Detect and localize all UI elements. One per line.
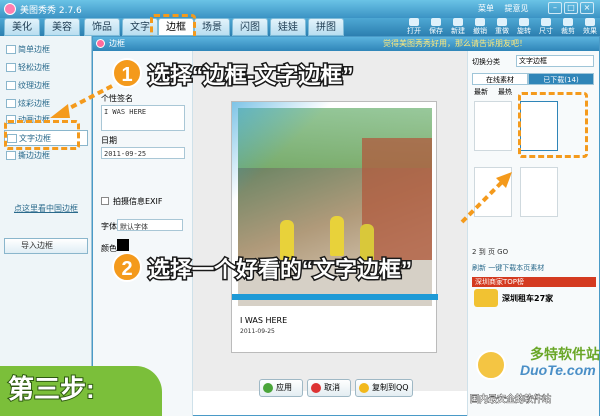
sidebar-item-simple[interactable]: 简单边框 [4,42,88,58]
import-frame-button[interactable]: 导入边框 [4,238,88,254]
watermark-slogan: 国内最安全的软件站 [469,395,552,406]
watermark-domain: DuoTe.com [520,362,596,378]
tool-redo[interactable]: 重做 [490,18,514,36]
rotate-icon [519,18,529,26]
watermark-site: 多特软件站 [530,346,600,362]
tool-effects[interactable]: 效果 [578,18,600,36]
dialog-icon [96,39,105,48]
frame-icon [6,99,16,108]
dialog-title: 边框 [109,39,125,48]
cancel-button[interactable]: 取消 [307,379,351,397]
undo-icon [475,18,485,26]
color-label: 颜色 [101,244,117,253]
maximize-icon[interactable]: □ [564,2,578,14]
pager: 2 到 页 GO [472,248,509,256]
step-1-callout: 选择“边框-文字边框” [146,62,354,90]
cancel-icon [311,383,321,393]
apply-button[interactable]: 应用 [259,379,303,397]
open-icon [409,18,419,26]
tool-new[interactable]: 新建 [446,18,470,36]
exif-checkbox[interactable] [101,197,109,205]
frame-icon [6,63,16,72]
dialog-promo: 觉得美图秀秀好用，那么请告诉朋友吧！ [383,39,527,48]
date-input[interactable]: 2011-09-25 [101,147,185,159]
highlight-thumbnail [518,92,588,158]
tab-beauty[interactable]: 美容 [44,18,80,36]
size-icon [541,18,551,26]
tool-save[interactable]: 保存 [424,18,448,36]
app-logo-icon [4,3,16,15]
copy-to-qq-button[interactable]: 复制到QQ [355,379,413,397]
category-label: 切换分类 [472,58,500,66]
menu-link[interactable]: 菜单 [478,4,494,13]
tool-crop[interactable]: 裁剪 [556,18,580,36]
panel-links: 刷新 一键下载本页素材 [472,263,544,273]
frame-caption: I WAS HERE [240,316,288,325]
watermark: 多特软件站 DuoTe.com 国内最安全的软件站 [469,344,600,416]
feedback-link[interactable]: 提意见 [505,4,529,13]
arrow-to-thumbnail [460,172,512,224]
arrow-to-sidebar [50,84,113,118]
step-badge: 第三步: [0,366,162,416]
save-icon [431,18,441,26]
frame-thumbnail[interactable] [474,101,512,151]
ad-banner[interactable]: 深圳商家TOP榜 [472,277,596,287]
qq-icon [359,383,369,393]
frame-icon [6,45,16,54]
crop-icon [563,18,573,26]
font-select[interactable]: 默认字体 [117,219,183,231]
tab-flash[interactable]: 闪图 [232,18,268,36]
tool-size[interactable]: 尺寸 [534,18,558,36]
redo-icon [497,18,507,26]
tab-scene[interactable]: 场景 [194,18,230,36]
dialog-title-bar: 边框 觉得美图秀秀好用，那么请告诉朋友吧！ [93,37,599,51]
step-2-number: 2 [112,252,142,282]
frame-icon [6,81,16,90]
tab-beautify[interactable]: 美化 [4,18,40,36]
subtab-hot[interactable]: 最热 [498,87,512,97]
tab-accessories[interactable]: 饰品 [84,18,120,36]
tab-collage[interactable]: 拼图 [308,18,344,36]
check-icon [263,383,273,393]
tab-downloaded[interactable]: 已下载(14) [528,73,594,85]
sidebar-item-easy[interactable]: 轻松边框 [4,60,88,76]
tool-undo[interactable]: 撤销 [468,18,492,36]
download-all-link[interactable]: 一键下载本页素材 [488,264,544,272]
close-icon[interactable]: × [580,2,594,14]
tab-doll[interactable]: 娃娃 [270,18,306,36]
tool-open[interactable]: 打开 [402,18,426,36]
canvas-area: I WAS HERE 2011-09-25 [193,51,467,391]
exif-label: 拍摄信息EXIF [113,197,163,206]
color-swatch[interactable] [117,239,129,251]
minimize-icon[interactable]: – [548,2,562,14]
tool-rotate[interactable]: 旋转 [512,18,536,36]
tab-online[interactable]: 在线素材 [472,73,528,85]
highlight-text-frame [4,120,80,150]
chinese-frame-link[interactable]: 点这里看中国边框 [14,203,78,214]
ad-logo [474,289,498,307]
top-links: 菜单 提意见 [478,3,537,14]
frame-icon [6,151,16,160]
toolbar: 打开 保存 新建 撤销 重做 旋转 尺寸 裁剪 效果 [400,18,600,36]
mascot-icon [476,350,506,380]
step-2-callout: 选择一个好看的“文字边框” [146,256,413,284]
ad-text[interactable]: 深圳租车27家 [502,293,553,304]
framed-photo: I WAS HERE 2011-09-25 [231,101,438,354]
refresh-link[interactable]: 刷新 [472,264,486,272]
sidebar-item-torn[interactable]: 撕边边框 [4,148,88,164]
app-title: 美图秀秀 2.7.6 [20,6,82,16]
font-label: 字体 [101,222,117,231]
new-icon [453,18,463,26]
category-select[interactable]: 文字边框 [516,55,594,67]
frame-date: 2011-09-25 [240,328,275,335]
effects-icon [585,18,595,26]
title-bar: 美图秀秀 2.7.6 菜单 提意见 – □ × [0,0,600,18]
date-label: 日期 [101,136,117,145]
frame-thumbnail[interactable] [520,167,558,217]
subtab-newest[interactable]: 最新 [474,87,488,97]
go-button[interactable]: GO [497,248,508,256]
